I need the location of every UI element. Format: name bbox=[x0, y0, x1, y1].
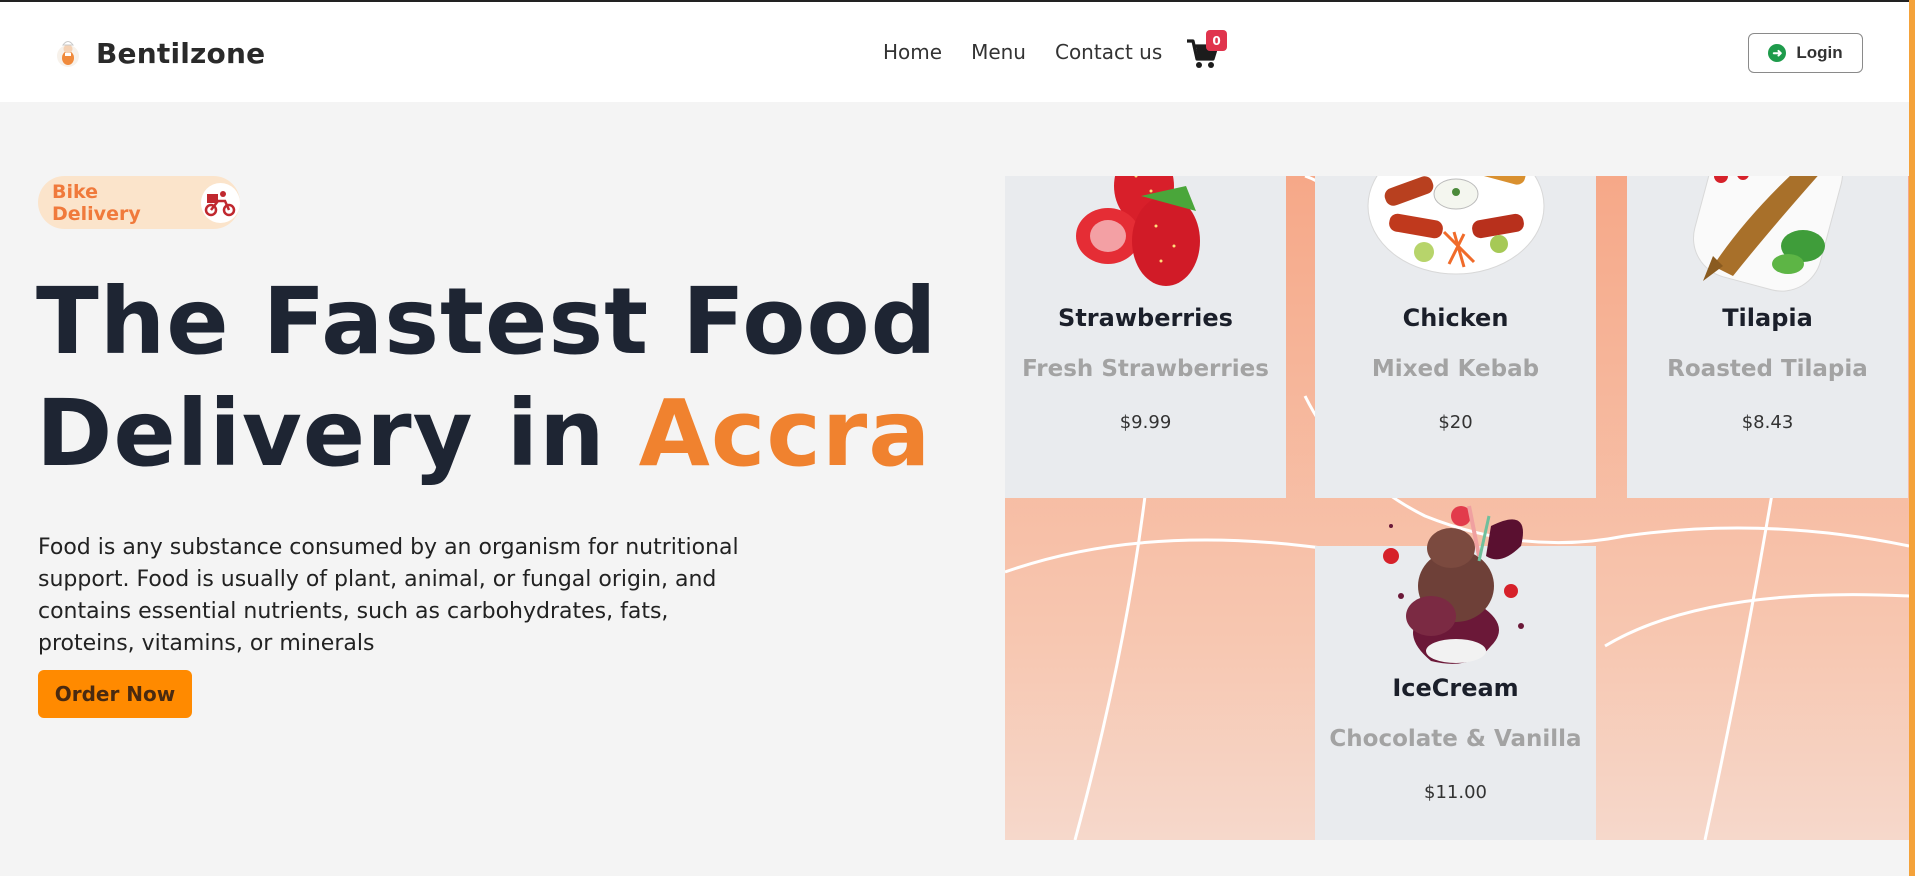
kebab-image bbox=[1364, 176, 1548, 282]
card-price: $8.43 bbox=[1741, 412, 1794, 433]
bike-delivery-icon bbox=[200, 182, 240, 223]
card-price: $20 bbox=[1438, 412, 1473, 433]
site-header: Bentilzone Home Menu Contact us 0 ➜ Logi… bbox=[0, 2, 1909, 102]
login-button[interactable]: ➜ Login bbox=[1748, 33, 1863, 73]
brand-name: Bentilzone bbox=[96, 36, 266, 70]
nav-home-link[interactable]: Home bbox=[883, 40, 942, 64]
card-title: IceCream bbox=[1392, 674, 1519, 702]
menu-card[interactable]: Chicken Mixed Kebab $20 bbox=[1315, 176, 1596, 498]
nav-menu-link[interactable]: Menu bbox=[971, 40, 1026, 64]
card-subtitle: Roasted Tilapia bbox=[1667, 356, 1868, 382]
hero-headline: The Fastest Food Delivery in Accra bbox=[36, 266, 938, 490]
card-subtitle: Fresh Strawberries bbox=[1022, 356, 1269, 382]
card-title: Chicken bbox=[1402, 304, 1509, 332]
icecream-image bbox=[1361, 486, 1551, 676]
strawberries-image bbox=[1056, 176, 1236, 296]
nav-contact-link[interactable]: Contact us bbox=[1055, 40, 1162, 64]
login-arrow-icon: ➜ bbox=[1768, 44, 1787, 62]
order-now-button[interactable]: Order Now bbox=[38, 670, 192, 718]
headline-accent-city: Accra bbox=[638, 380, 932, 487]
login-label: Login bbox=[1796, 43, 1843, 62]
cart-count-badge: 0 bbox=[1206, 30, 1227, 51]
headline-line-1: The Fastest Food bbox=[36, 268, 938, 375]
card-title: Strawberries bbox=[1058, 304, 1233, 332]
card-subtitle: Chocolate & Vanilla bbox=[1329, 726, 1582, 752]
menu-card[interactable]: Strawberries Fresh Strawberries $9.99 bbox=[1005, 176, 1286, 498]
main-nav: Home Menu Contact us bbox=[883, 40, 1191, 64]
badge-label: Bike Delivery bbox=[52, 180, 141, 225]
card-title: Tilapia bbox=[1722, 304, 1813, 332]
logo[interactable]: Bentilzone bbox=[54, 36, 265, 70]
headline-line-2: Delivery in bbox=[36, 380, 639, 487]
bike-delivery-badge: Bike Delivery bbox=[38, 176, 240, 229]
tilapia-image bbox=[1683, 176, 1853, 296]
card-price: $9.99 bbox=[1119, 412, 1172, 433]
chef-logo-icon bbox=[57, 41, 79, 67]
cart-button[interactable]: 0 bbox=[1185, 28, 1233, 74]
card-price: $11.00 bbox=[1424, 782, 1487, 803]
card-subtitle: Mixed Kebab bbox=[1371, 356, 1540, 382]
right-scroll-edge bbox=[1909, 0, 1915, 876]
featured-menu-panel: Strawberries Fresh Strawberries $9.99 Ch… bbox=[1005, 176, 1909, 840]
menu-card[interactable]: Tilapia Roasted Tilapia $8.43 bbox=[1627, 176, 1908, 498]
hero-description: Food is any substance consumed by an org… bbox=[38, 535, 739, 656]
menu-card[interactable]: IceCream Chocolate & Vanilla $11.00 bbox=[1315, 505, 1596, 840]
